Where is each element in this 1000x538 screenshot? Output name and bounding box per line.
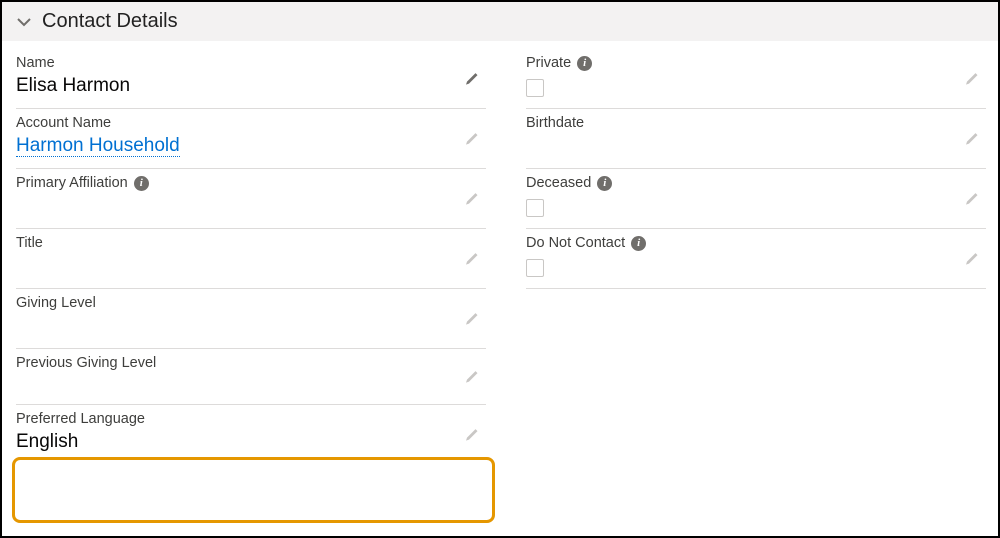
info-icon[interactable]: i — [631, 236, 646, 251]
field-value-giving — [16, 313, 486, 337]
private-checkbox[interactable] — [526, 79, 544, 97]
field-preferred-language: Preferred Language English — [16, 405, 486, 465]
deceased-checkbox[interactable] — [526, 199, 544, 217]
field-value-name: Elisa Harmon — [16, 73, 486, 97]
info-icon[interactable]: i — [597, 176, 612, 191]
field-deceased: Deceased i — [526, 169, 986, 229]
field-title: Title — [16, 229, 486, 289]
field-private: Private i — [526, 49, 986, 109]
field-primary-affiliation: Primary Affiliation i — [16, 169, 486, 229]
field-label-giving: Giving Level — [16, 295, 486, 313]
field-label-primary-affiliation: Primary Affiliation i — [16, 175, 486, 193]
field-label-account: Account Name — [16, 115, 486, 133]
field-label-birthdate: Birthdate — [526, 115, 986, 133]
pencil-icon[interactable] — [964, 70, 980, 91]
field-value-title — [16, 253, 486, 277]
pencil-icon[interactable] — [964, 130, 980, 151]
pencil-icon[interactable] — [464, 70, 480, 91]
pencil-icon[interactable] — [464, 250, 480, 271]
pencil-icon[interactable] — [964, 190, 980, 211]
contact-details-header[interactable]: Contact Details — [2, 2, 998, 41]
contact-details-right-column: Private i Birthdate Deceased i — [526, 49, 986, 465]
section-title: Contact Details — [42, 10, 178, 33]
field-previous-giving-level: Previous Giving Level — [16, 349, 486, 405]
field-account-name: Account Name Harmon Household — [16, 109, 486, 169]
field-value-primary-affiliation — [16, 193, 486, 217]
field-do-not-contact: Do Not Contact i — [526, 229, 986, 289]
account-name-link[interactable]: Harmon Household — [16, 133, 486, 157]
pencil-icon[interactable] — [464, 130, 480, 151]
do-not-contact-checkbox[interactable] — [526, 259, 544, 277]
field-label-deceased: Deceased i — [526, 175, 986, 193]
field-label-language: Preferred Language — [16, 411, 486, 429]
contact-details-left-column: Name Elisa Harmon Account Name Harmon Ho… — [16, 49, 486, 465]
field-label-name: Name — [16, 55, 486, 73]
pencil-icon[interactable] — [464, 368, 480, 389]
info-icon[interactable]: i — [577, 56, 592, 71]
info-icon[interactable]: i — [134, 176, 149, 191]
field-giving-level: Giving Level — [16, 289, 486, 349]
pencil-icon[interactable] — [964, 250, 980, 271]
pencil-icon[interactable] — [464, 310, 480, 331]
field-label-title: Title — [16, 235, 486, 253]
field-label-private: Private i — [526, 55, 986, 73]
field-label-prev-giving: Previous Giving Level — [16, 355, 486, 373]
highlight-preferred-language — [12, 457, 495, 523]
pencil-icon[interactable] — [464, 427, 480, 448]
pencil-icon[interactable] — [464, 190, 480, 211]
field-birthdate: Birthdate — [526, 109, 986, 169]
field-value-birthdate — [526, 133, 986, 157]
field-label-dnc: Do Not Contact i — [526, 235, 986, 253]
field-value-prev-giving — [16, 373, 486, 397]
chevron-down-icon — [16, 14, 32, 30]
field-value-language: English — [16, 429, 486, 453]
field-name: Name Elisa Harmon — [16, 49, 486, 109]
